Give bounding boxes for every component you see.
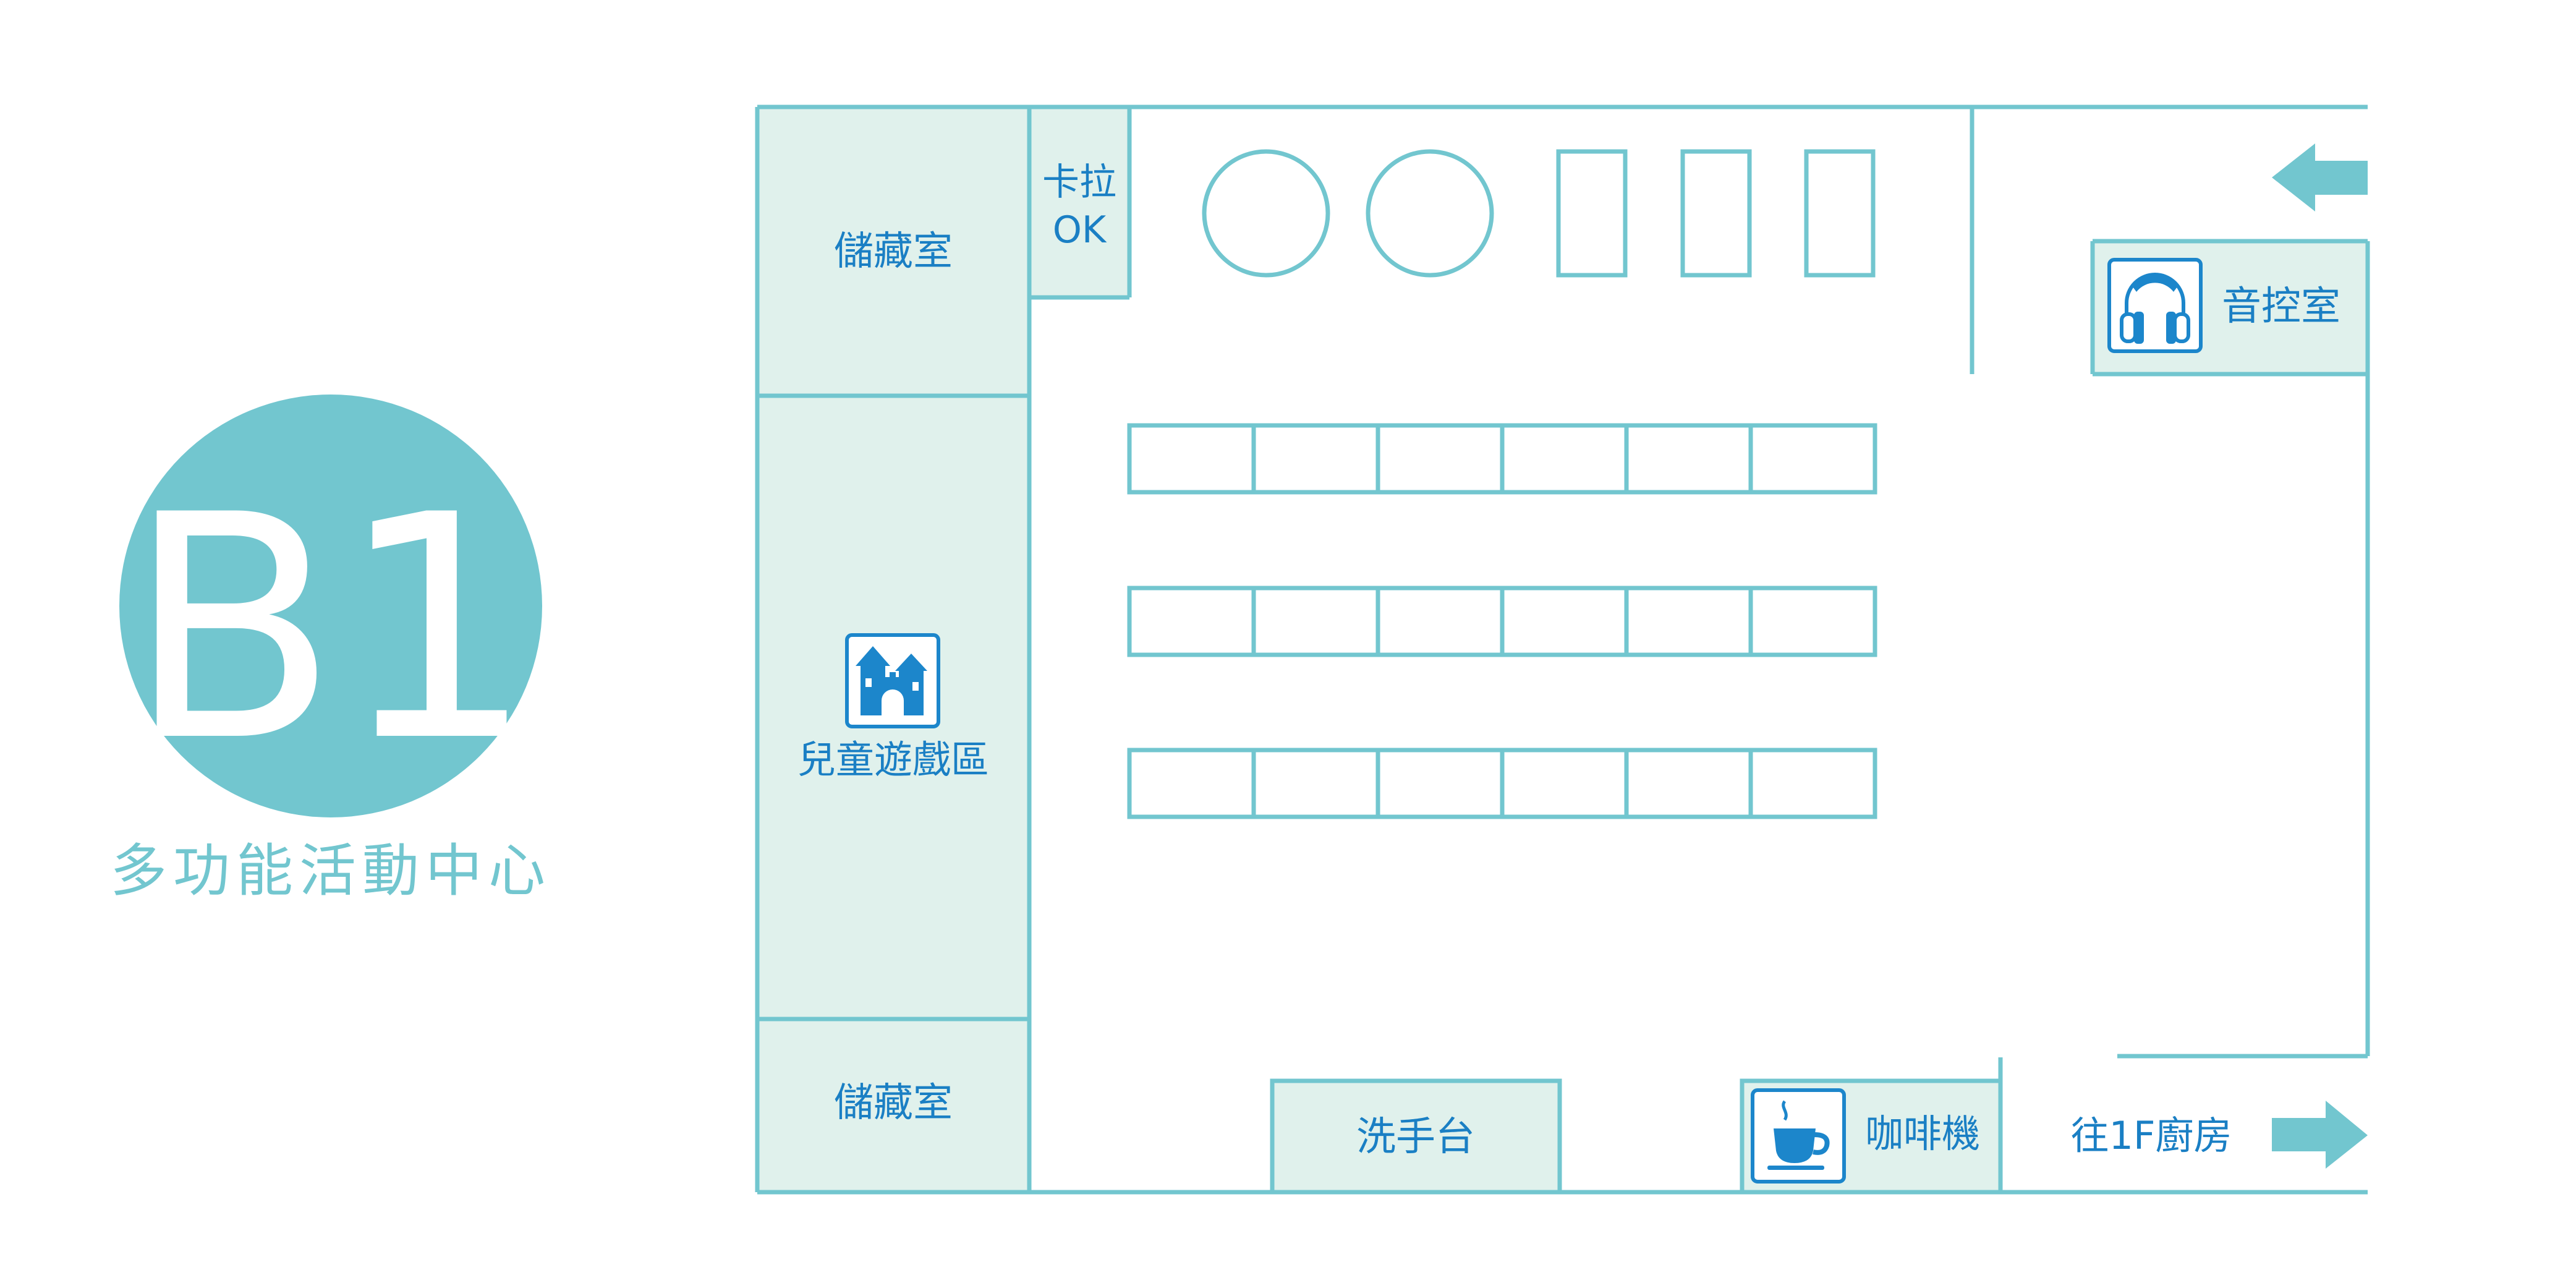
desk bbox=[1624, 748, 1753, 819]
desk bbox=[1251, 748, 1380, 819]
arrow-left-icon bbox=[2272, 143, 2368, 211]
cabinet bbox=[1556, 149, 1628, 278]
desk bbox=[1375, 748, 1505, 819]
furniture bbox=[1202, 149, 1876, 278]
desk bbox=[1251, 586, 1380, 657]
desk bbox=[1624, 586, 1753, 657]
to-kitchen-label: 往1F廚房 bbox=[2070, 1113, 2232, 1158]
coffee-cup-icon bbox=[1751, 1088, 1846, 1184]
desk bbox=[1624, 423, 1753, 495]
round-table bbox=[1366, 149, 1494, 278]
sink-label: 洗手台 bbox=[1356, 1114, 1475, 1160]
table-rows bbox=[1127, 423, 1877, 819]
floor-label: B1 bbox=[126, 449, 535, 809]
cabinet bbox=[1680, 149, 1752, 278]
floor-badge: B1 bbox=[119, 395, 542, 817]
desk bbox=[1375, 423, 1505, 495]
cabinet bbox=[1804, 149, 1876, 278]
desk bbox=[1127, 586, 1256, 657]
desk bbox=[1748, 586, 1877, 657]
desk bbox=[1500, 748, 1629, 819]
storage-bottom-label: 儲藏室 bbox=[834, 1080, 953, 1126]
desk bbox=[1500, 586, 1629, 657]
playroom-label: 兒童遊戲區 bbox=[797, 737, 989, 782]
floor-subtitle: 多功能活動中心 bbox=[110, 838, 551, 904]
sound-room-label: 音控室 bbox=[2222, 284, 2340, 330]
storage-top-label: 儲藏室 bbox=[834, 229, 953, 275]
desk bbox=[1748, 423, 1877, 495]
arrow-right-icon bbox=[2272, 1101, 2368, 1169]
desk bbox=[1748, 748, 1877, 819]
castle-icon bbox=[845, 633, 940, 728]
desk bbox=[1127, 423, 1256, 495]
desk bbox=[1251, 423, 1380, 495]
desk bbox=[1375, 586, 1505, 657]
karaoke-label-line1: 卡拉 bbox=[1042, 161, 1116, 204]
coffee-label: 咖啡機 bbox=[1865, 1111, 1980, 1156]
headphones-icon bbox=[2107, 258, 2203, 353]
desk bbox=[1127, 748, 1256, 819]
round-table bbox=[1202, 149, 1330, 278]
desk bbox=[1500, 423, 1629, 495]
karaoke-label-line2: OK bbox=[1053, 208, 1107, 252]
